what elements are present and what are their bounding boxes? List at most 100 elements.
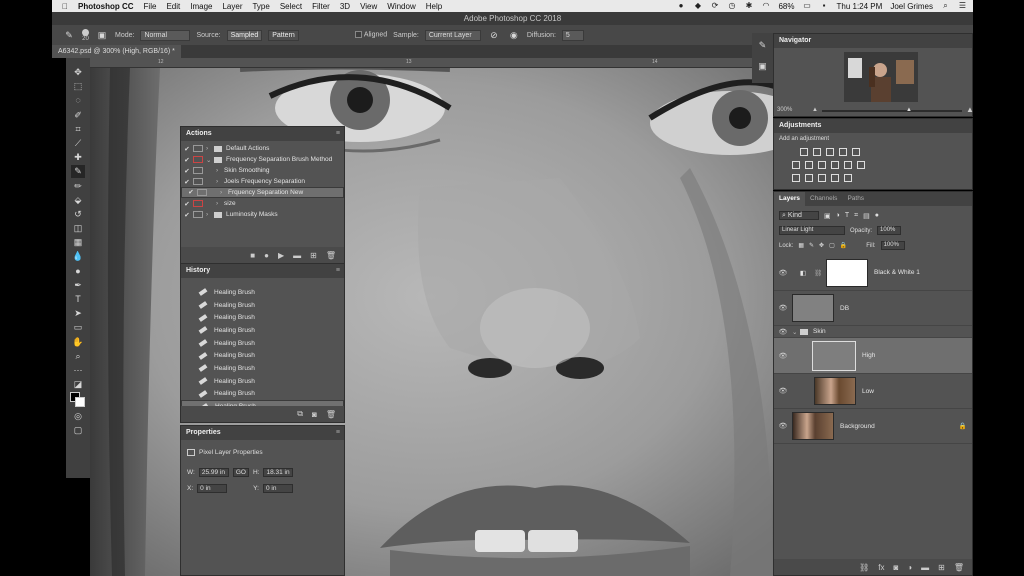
panel-menu-icon[interactable]: ≡ [336,264,340,278]
lasso-tool-icon[interactable]: ◌ [71,94,85,107]
eyedropper-tool-icon[interactable]: ⟋ [71,137,85,150]
spot-healing-tool-icon[interactable]: ✚ [71,151,85,164]
fill-field[interactable]: 100% [880,241,905,250]
layer-name[interactable]: Skin [813,328,826,335]
status-app-icon[interactable]: ● [676,2,685,10]
navigator-thumbnail[interactable] [844,52,918,102]
filter-pixel-icon[interactable]: ▣ [824,212,831,220]
visibility-eye-icon[interactable]: 👁 [774,387,792,395]
history-state[interactable]: Healing Brush [181,286,344,299]
horizontal-ruler[interactable]: 12 13 14 [66,58,752,68]
more-tools-icon[interactable]: ⋯ [71,364,85,377]
toggle-item-check[interactable]: ✔ [181,200,193,208]
stop-icon[interactable]: ■ [250,251,255,260]
battery-percent[interactable]: 68% [778,2,794,11]
add-mask-icon[interactable]: ◙ [893,563,898,572]
properties-panel-header[interactable]: Properties ≡ [181,426,344,440]
dialog-toggle-box[interactable] [193,156,203,163]
lock-artboard-icon[interactable]: ▢ [829,242,835,249]
chevron-right-icon[interactable]: › [220,188,228,197]
brightness-contrast-icon[interactable] [800,147,808,156]
action-row[interactable]: ✔ › size [181,198,344,209]
chain-link-icon[interactable]: ⛓ [814,269,826,277]
levels-icon[interactable] [813,147,821,156]
layer-name[interactable]: DB [840,305,849,312]
layer-name[interactable]: Background [840,423,875,430]
filter-toggle-icon[interactable]: ● [875,212,879,219]
zoom-slider-handle[interactable]: ▲ [906,107,912,113]
history-state[interactable]: Healing Brush [181,362,344,375]
filter-smart-object-icon[interactable]: ▤ [863,212,870,220]
clone-stamp-tool-icon[interactable]: ⬙ [71,194,85,207]
marquee-tool-icon[interactable]: ⬚ [71,80,85,93]
document-tab[interactable]: A6342.psd @ 300% (High, RGB/16) * [52,45,181,58]
delete-icon[interactable]: 🗑 [326,410,336,419]
flag-icon[interactable]: ▪ [820,2,829,10]
type-tool-icon[interactable]: T [71,293,85,306]
dialog-toggle-box[interactable] [197,189,207,196]
healing-brush-tool-icon[interactable]: ✎ [71,165,85,178]
sync-icon[interactable]: ⟳ [710,2,719,10]
history-brush-tool-icon[interactable]: ↺ [71,208,85,221]
gradient-map-icon[interactable] [831,173,839,182]
zoom-tool-icon[interactable]: ⌕ [71,350,85,363]
layer-row-high[interactable]: 👁 High [774,338,972,374]
crop-tool-icon[interactable]: ⌗ [71,123,85,136]
pen-tool-icon[interactable]: ✒ [71,279,85,292]
wifi-icon[interactable]: ◠ [761,2,770,10]
menu-edit[interactable]: Edit [166,2,180,11]
notification-center-icon[interactable]: ☰ [958,2,967,10]
shape-tool-icon[interactable]: ▭ [71,321,85,334]
tab-paths[interactable]: Paths [842,192,869,206]
visibility-eye-icon[interactable]: 👁 [774,304,792,312]
dialog-toggle-box[interactable] [193,178,203,185]
action-row[interactable]: ✔ ⌄ Frequency Separation Brush Method [181,154,344,165]
posterize-icon[interactable] [805,173,813,182]
color-lookup-icon[interactable] [857,160,865,169]
history-state[interactable]: Healing Brush [181,337,344,350]
new-action-icon[interactable]: ⊞ [310,251,317,260]
spotlight-search-icon[interactable]: ⌕ [941,2,950,10]
bluetooth-icon[interactable]: ✱ [744,2,753,10]
menu-3d[interactable]: 3D [340,2,350,11]
height-field[interactable]: 18.31 in [263,467,294,477]
clone-source-icon[interactable]: ▣ [756,60,770,73]
color-balance-icon[interactable] [805,160,813,169]
chevron-right-icon[interactable]: › [216,200,224,207]
layer-group-skin[interactable]: 👁 ⌄ Skin [774,326,972,338]
gradient-tool-icon[interactable]: ▦ [71,236,85,249]
apple-icon[interactable]:  [62,2,68,11]
exposure-icon[interactable] [839,147,847,156]
menu-filter[interactable]: Filter [312,2,330,11]
layer-row-black-white[interactable]: 👁 ◧ ⛓ Black & White 1 [774,255,972,291]
y-field[interactable]: 0 in [262,483,293,493]
quick-select-tool-icon[interactable]: ✐ [71,109,85,122]
time-machine-icon[interactable]: ◷ [727,2,736,10]
opacity-field[interactable]: 100% [877,226,902,235]
vibrance-icon[interactable] [852,147,860,156]
layer-style-fx-icon[interactable]: fx [878,563,884,572]
path-select-tool-icon[interactable]: ➤ [71,307,85,320]
action-row[interactable]: ✔ › Frquency Separation New [181,187,344,198]
history-state[interactable]: Healing Brush [181,324,344,337]
new-set-folder-icon[interactable]: ▬ [293,251,301,260]
pressure-size-icon[interactable]: ◉ [507,29,521,42]
action-row[interactable]: ✔ › Luminosity Masks [181,209,344,220]
toggle-item-check[interactable]: ✔ [185,188,197,197]
hue-saturation-icon[interactable] [792,160,800,169]
toggle-item-check[interactable]: ✔ [181,211,193,219]
threshold-icon[interactable] [818,173,826,182]
layer-thumbnail[interactable] [814,377,856,405]
delete-layer-icon[interactable]: 🗑 [954,563,964,572]
black-white-icon[interactable] [818,160,826,169]
filter-adjustment-icon[interactable]: ◑ [836,212,840,219]
chevron-right-icon[interactable]: › [216,167,224,174]
new-group-icon[interactable]: ▬ [921,563,929,572]
photo-filter-icon[interactable] [831,160,839,169]
layer-thumbnail[interactable] [812,340,856,371]
default-colors-icon[interactable]: ◪ [71,378,85,391]
link-dimensions-button[interactable]: GO [232,467,249,477]
lock-transparent-icon[interactable]: ▦ [798,242,804,249]
selective-color-icon[interactable] [844,173,852,182]
new-adjustment-icon[interactable]: ◑ [907,563,912,572]
